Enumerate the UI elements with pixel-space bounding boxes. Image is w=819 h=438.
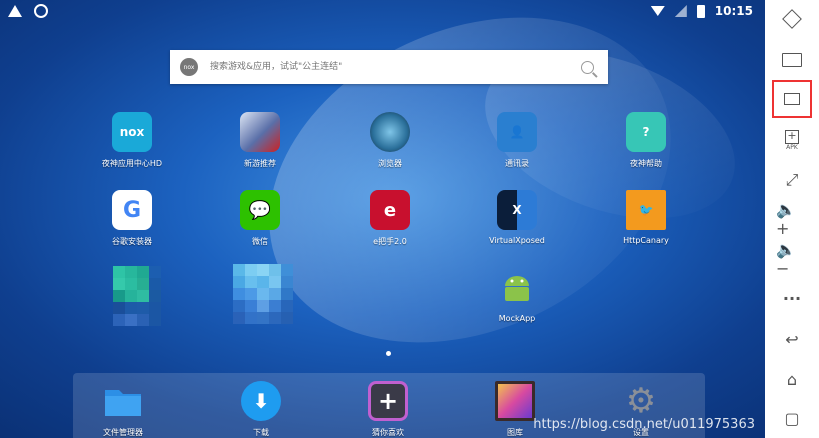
android-robot-icon — [497, 268, 537, 308]
app-nox-help[interactable]: ? 夜神帮助 — [596, 112, 696, 169]
app-label: 夜神应用中心HD — [101, 159, 163, 168]
app-label: 下载 — [253, 428, 269, 437]
gallery-icon — [495, 381, 535, 421]
emulator-sidebar: + APK ⤢ 🔈+ 🔈− ··· ↩ ⌂ ▢ — [765, 0, 819, 438]
more-icon[interactable]: ··· — [776, 283, 808, 313]
wifi-icon — [650, 6, 665, 16]
app-google-installer[interactable]: G 谷歌安装器 — [82, 190, 182, 247]
app-label: 新游推荐 — [244, 159, 276, 168]
signal-icon — [674, 5, 687, 17]
warning-icon — [8, 5, 22, 17]
status-bar: 10:15 — [0, 0, 765, 24]
app-label: 夜神帮助 — [630, 159, 662, 168]
folder-icon — [103, 381, 143, 421]
nox-store-icon: nox — [112, 112, 152, 152]
nox-notification-icon — [34, 4, 48, 18]
volume-up-icon[interactable]: 🔈+ — [776, 200, 808, 238]
recent-apps-icon[interactable]: ▢ — [776, 403, 808, 433]
settings-gear-icon: ⚙ — [625, 381, 657, 421]
app-wechat[interactable]: 💬 微信 — [210, 190, 310, 247]
app-label: 微信 — [252, 237, 268, 246]
search-icon[interactable] — [581, 60, 594, 74]
ebashou-icon: e — [370, 190, 410, 230]
monitor-icon — [784, 93, 800, 105]
emulator-screen: 10:15 nox nox 夜神应用中心HD 新游推荐 浏览器 👤 通讯录 ? … — [0, 0, 819, 438]
app-mockapp[interactable]: MockApp — [467, 268, 567, 323]
contacts-icon: 👤 — [497, 112, 537, 152]
back-icon[interactable]: ↩ — [776, 324, 808, 354]
app-label: 浏览器 — [378, 159, 402, 168]
obscured-app-icon[interactable] — [113, 266, 161, 326]
app-contacts[interactable]: 👤 通讯录 — [467, 112, 567, 169]
app-label: e把手2.0 — [373, 237, 407, 246]
httpcanary-icon: 🐦 — [626, 190, 666, 230]
nox-logo-icon: nox — [180, 58, 198, 76]
plus-icon: + — [368, 381, 408, 421]
dock-guess-you-like[interactable]: + 猜你喜欢 — [338, 381, 438, 438]
obscured-app-icon[interactable] — [233, 264, 293, 324]
app-game-recommend[interactable]: 新游推荐 — [210, 112, 310, 169]
app-label: MockApp — [498, 314, 536, 323]
app-httpcanary[interactable]: 🐦 HttpCanary — [596, 190, 696, 245]
screen-toolbar-button[interactable] — [772, 80, 812, 118]
app-label: VirtualXposed — [489, 236, 545, 245]
keyboard-icon[interactable] — [776, 45, 808, 75]
dock-download[interactable]: ⬇ 下载 — [211, 381, 311, 438]
add-icon: + — [785, 129, 799, 144]
wechat-icon: 💬 — [240, 190, 280, 230]
volume-down-icon[interactable]: 🔈− — [776, 240, 808, 278]
install-apk-button[interactable]: + APK — [776, 125, 808, 155]
android-home-screen: 10:15 nox nox 夜神应用中心HD 新游推荐 浏览器 👤 通讯录 ? … — [0, 0, 765, 438]
dock-file-manager[interactable]: 文件管理器 — [73, 381, 173, 438]
clock: 10:15 — [714, 4, 753, 18]
help-icon: ? — [626, 112, 666, 152]
google-installer-icon: G — [112, 190, 152, 230]
app-browser[interactable]: 浏览器 — [340, 112, 440, 169]
app-label: 文件管理器 — [103, 428, 143, 437]
home-icon[interactable]: ⌂ — [776, 364, 808, 394]
apk-label: APK — [786, 143, 798, 151]
watermark: https://blog.csdn.net/u011975363 — [533, 417, 755, 432]
page-indicator — [386, 351, 391, 356]
rotate-icon[interactable] — [776, 4, 808, 34]
battery-icon — [696, 4, 705, 18]
browser-globe-icon — [370, 112, 410, 152]
fullscreen-icon[interactable]: ⤢ — [776, 165, 808, 195]
app-label: HttpCanary — [623, 236, 669, 245]
app-label: 猜你喜欢 — [372, 428, 404, 437]
app-label: 谷歌安装器 — [112, 237, 152, 246]
app-nox-store[interactable]: nox 夜神应用中心HD — [82, 112, 182, 169]
search-input[interactable] — [208, 61, 581, 73]
download-icon: ⬇ — [241, 381, 281, 421]
search-bar[interactable]: nox — [170, 50, 608, 84]
app-ebashou[interactable]: e e把手2.0 — [340, 190, 440, 247]
app-label: 通讯录 — [505, 159, 529, 168]
virtualxposed-icon: X — [497, 190, 537, 230]
app-virtualxposed[interactable]: X VirtualXposed — [467, 190, 567, 245]
game-recommend-icon — [240, 112, 280, 152]
